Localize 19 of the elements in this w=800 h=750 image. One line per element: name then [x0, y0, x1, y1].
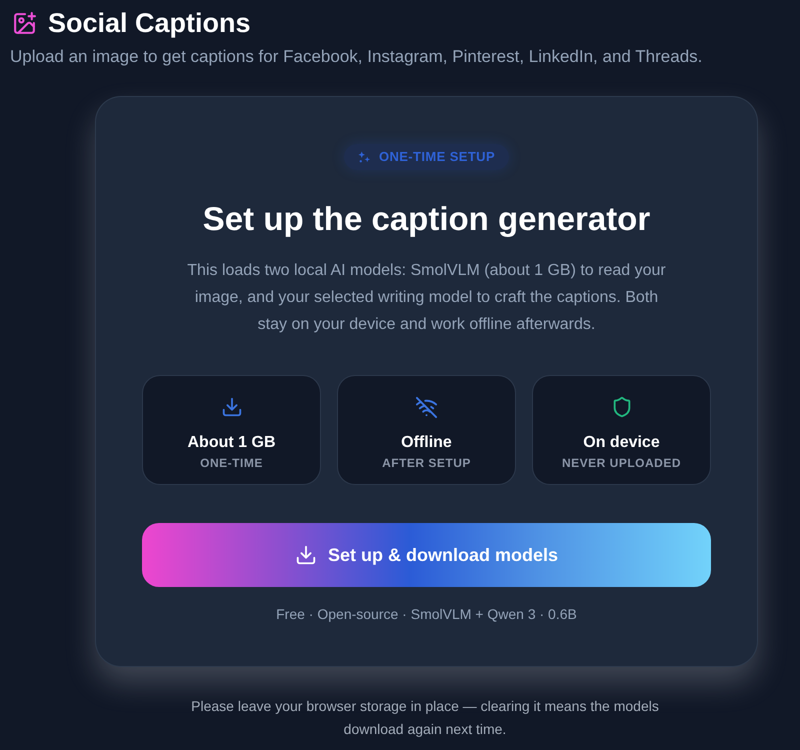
feature-title: Offline	[401, 433, 452, 453]
page-title: Social Captions	[48, 8, 251, 38]
download-icon	[220, 396, 242, 418]
sparkles-icon	[358, 150, 371, 164]
setup-footnote: Free · Open-source · SmolVLM + Qwen 3 · 0.6B	[276, 605, 577, 623]
download-icon	[294, 544, 317, 566]
setup-description: This loads two local AI models: SmolVLM (about 1 GB) to read your image, and your selected writing model to craft the captions. Both stay on your device and work offline afterwards.	[186, 261, 667, 335]
feature-caption: ONE-TIME	[200, 455, 263, 471]
page-subtitle: Upload an image to get captions for Facebook, Instagram, Pinterest, LinkedIn, and Threads.	[9, 46, 704, 68]
storage-note: Please leave your browser storage in place — clearing it means the models download again next time.	[190, 697, 660, 739]
feature-caption: NEVER UPLOADED	[562, 455, 681, 471]
feature-title: On device	[583, 433, 660, 453]
setup-download-button[interactable]: Set up & download models	[142, 523, 711, 587]
setup-heading: Set up the caption generator	[202, 199, 650, 239]
image-plus-icon	[12, 10, 37, 36]
feature-caption: AFTER SETUP	[382, 455, 471, 471]
wifi-off-icon	[415, 396, 438, 418]
badge-label: ONE-TIME SETUP	[378, 148, 496, 166]
feature-title: About 1 GB	[188, 433, 276, 453]
